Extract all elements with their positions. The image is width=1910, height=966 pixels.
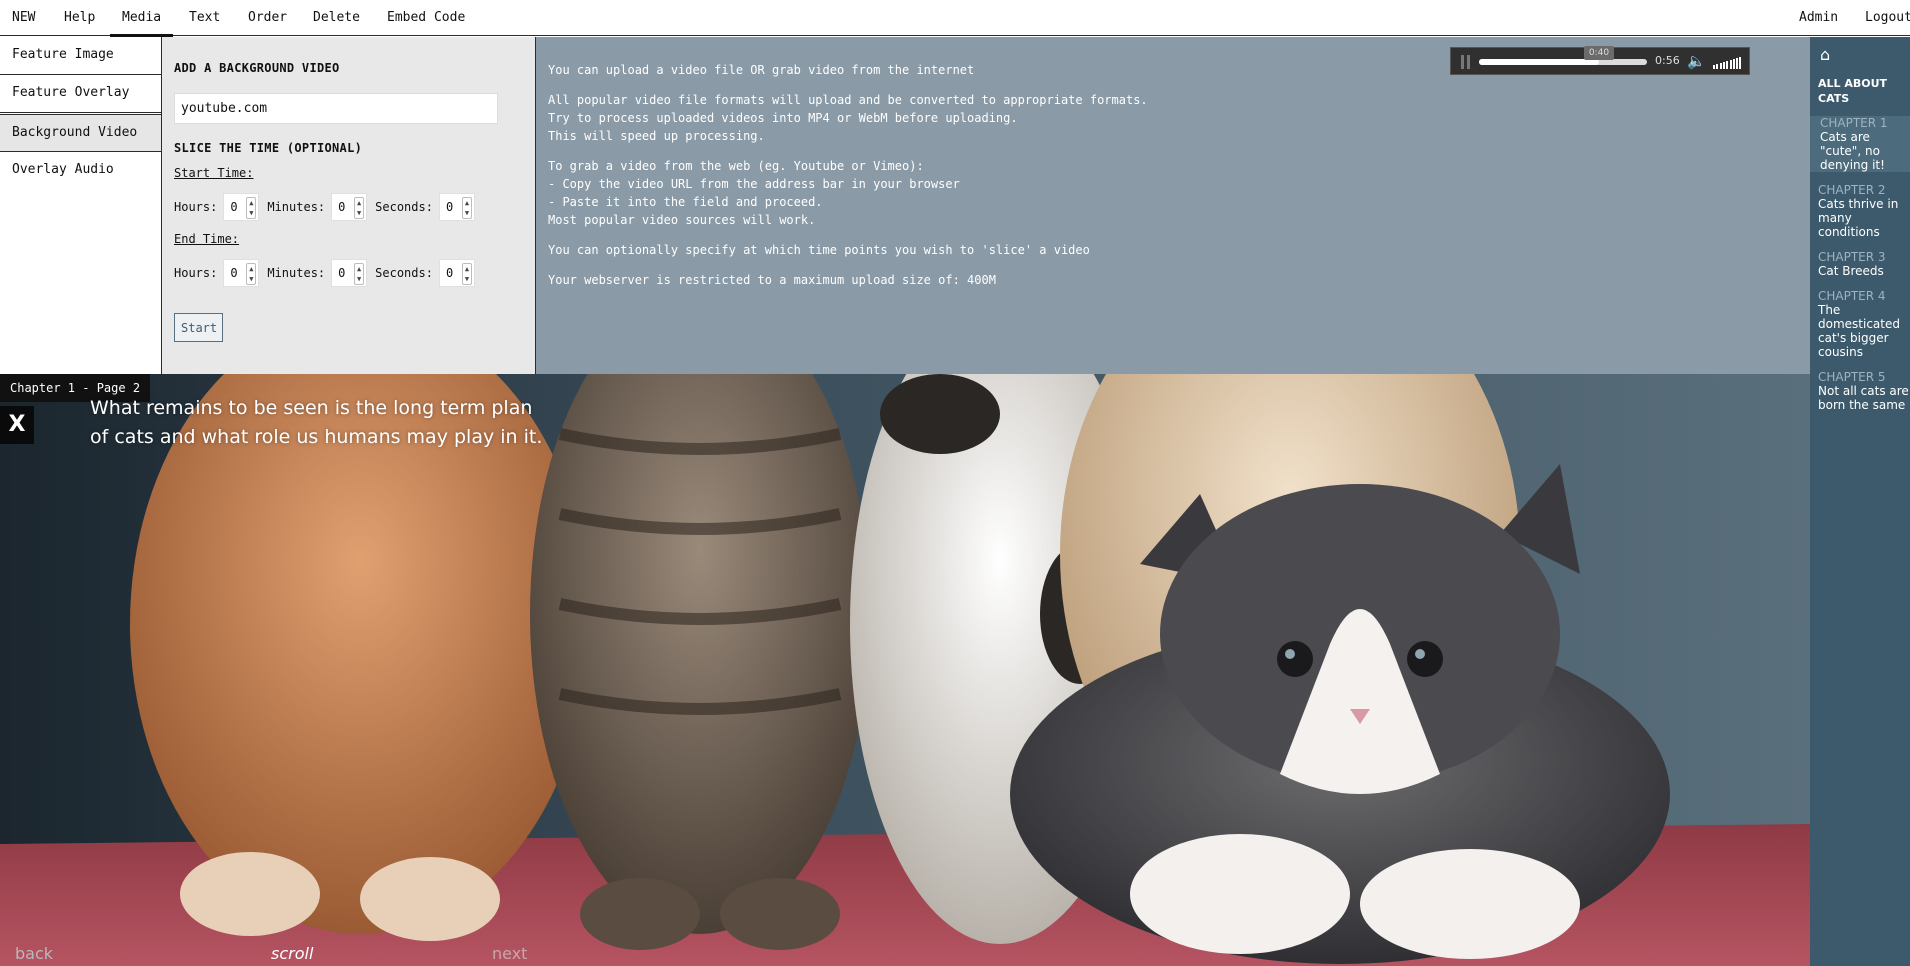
- form-heading: ADD A BACKGROUND VIDEO: [174, 61, 340, 75]
- chapter-item[interactable]: CHAPTER 5 Not all cats are born the same: [1818, 370, 1910, 412]
- admin-link[interactable]: Admin: [1799, 0, 1838, 36]
- logout-link[interactable]: Logout: [1865, 0, 1910, 36]
- volume-bar: [1722, 62, 1725, 69]
- submenu-feature-image[interactable]: Feature Image: [0, 37, 161, 75]
- info-paragraph: You can optionally specify at which time…: [548, 243, 1090, 257]
- end-time-label: End Time:: [174, 232, 240, 246]
- home-icon[interactable]: ⌂: [1820, 45, 1910, 64]
- duration-label: 0:56: [1655, 54, 1680, 67]
- end-minutes-stepper[interactable]: 0 ▲ ▼: [331, 259, 368, 287]
- start-button[interactable]: Start: [174, 313, 223, 342]
- close-icon[interactable]: X: [0, 406, 34, 444]
- chapter-item[interactable]: CHAPTER 2 Cats thrive in many conditions: [1818, 183, 1910, 239]
- page-stage: Chapter 1 - Page 2 X What remains to be …: [0, 374, 1810, 966]
- menu-embed-code[interactable]: Embed Code: [387, 0, 465, 36]
- volume-bar: [1726, 61, 1729, 69]
- volume-slider[interactable]: [1713, 57, 1743, 69]
- hours-label: Hours:: [174, 200, 218, 214]
- end-hours-stepper[interactable]: 0 ▲ ▼: [223, 259, 260, 287]
- volume-bar: [1736, 58, 1739, 69]
- chapter-number: CHAPTER 2: [1818, 183, 1886, 197]
- stepper-arrows-icon[interactable]: ▲ ▼: [461, 263, 472, 285]
- slice-heading: SLICE THE TIME (OPTIONAL): [174, 141, 363, 155]
- current-time-tooltip: 0:40: [1583, 46, 1614, 60]
- info-paragraph: To grab a video from the web (eg. Youtub…: [548, 159, 960, 227]
- speaker-icon[interactable]: 🔈: [1687, 52, 1706, 70]
- minutes-label: Minutes:: [267, 200, 326, 214]
- stepper-arrows-icon[interactable]: ▲ ▼: [354, 263, 365, 285]
- submenu-feature-overlay[interactable]: Feature Overlay: [0, 75, 161, 113]
- chapter-number: CHAPTER 1: [1820, 116, 1888, 130]
- back-link[interactable]: back: [15, 944, 53, 963]
- volume-bar: [1739, 57, 1742, 69]
- menu-help[interactable]: Help: [64, 0, 95, 36]
- start-time-label: Start Time:: [174, 166, 254, 180]
- media-submenu: Feature Image Feature Overlay Background…: [0, 37, 162, 374]
- stepper-arrows-icon[interactable]: ▲ ▼: [461, 197, 472, 219]
- chapter-number: CHAPTER 5: [1818, 370, 1886, 384]
- stepper-arrows-icon[interactable]: ▲ ▼: [354, 197, 365, 219]
- scroll-link[interactable]: scroll: [271, 944, 313, 963]
- chapter-item[interactable]: CHAPTER 1 Cats are "cute", no denying it…: [1810, 116, 1910, 172]
- submenu-overlay-audio[interactable]: Overlay Audio: [0, 152, 161, 190]
- seconds-label: Seconds:: [375, 200, 433, 214]
- start-seconds-stepper[interactable]: 0 ▲ ▼: [438, 193, 475, 221]
- volume-bar: [1719, 63, 1722, 69]
- start-minutes-stepper[interactable]: 0 ▲ ▼: [331, 193, 368, 221]
- chapter-title: Cats thrive in many conditions: [1818, 197, 1899, 239]
- menu-media[interactable]: Media: [109, 0, 174, 45]
- seek-fill: [1479, 59, 1599, 65]
- chapter-title: Not all cats are born the same: [1818, 384, 1909, 412]
- menu-text[interactable]: Text: [189, 0, 220, 36]
- info-paragraph: All popular video file formats will uplo…: [548, 93, 1148, 143]
- volume-bar: [1713, 65, 1715, 69]
- story-text: What remains to be seen is the long term…: [90, 397, 543, 448]
- stepper-arrows-icon[interactable]: ▲ ▼: [246, 263, 257, 285]
- end-seconds-stepper[interactable]: 0 ▲ ▼: [438, 259, 475, 287]
- chapter-item[interactable]: CHAPTER 3 Cat Breeds: [1818, 250, 1910, 278]
- info-panel: You can upload a video file OR grab vide…: [536, 37, 1810, 374]
- end-time-row: Hours: 0 ▲ ▼ Minutes: 0 ▲ ▼ Seconds: 0 ▲ ▼: [174, 259, 483, 287]
- video-url-input[interactable]: [174, 93, 498, 124]
- background-video-form: ADD A BACKGROUND VIDEO SLICE THE TIME (O…: [162, 37, 536, 374]
- book-title[interactable]: ALL ABOUT CATS: [1818, 76, 1910, 106]
- chapter-title: The domesticated cat's bigger cousins: [1818, 303, 1900, 359]
- chapter-number: CHAPTER 3: [1818, 250, 1886, 264]
- chapter-item[interactable]: CHAPTER 4 The domesticated cat's bigger …: [1818, 289, 1910, 359]
- pause-icon[interactable]: [1461, 55, 1464, 69]
- chapter-number: CHAPTER 4: [1818, 289, 1886, 303]
- start-hours-stepper[interactable]: 0 ▲ ▼: [223, 193, 260, 221]
- chapter-sidebar: ⌂ ALL ABOUT CATS CHAPTER 1 Cats are "cut…: [1810, 37, 1910, 966]
- next-link[interactable]: next: [492, 944, 527, 963]
- stepper-arrows-icon[interactable]: ▲ ▼: [246, 197, 257, 219]
- submenu-background-video[interactable]: Background Video: [0, 114, 161, 152]
- top-menu-bar: NEW Help Media Text Order Delete Embed C…: [0, 0, 1910, 45]
- hours-label: Hours:: [174, 266, 218, 280]
- menu-order[interactable]: Order: [248, 0, 287, 36]
- menu-delete[interactable]: Delete: [313, 0, 360, 36]
- volume-bar: [1716, 64, 1719, 69]
- volume-bar: [1732, 59, 1735, 69]
- start-time-row: Hours: 0 ▲ ▼ Minutes: 0 ▲ ▼ Seconds: 0 ▲ ▼: [174, 193, 483, 221]
- seconds-label: Seconds:: [375, 266, 433, 280]
- seek-bar[interactable]: 0:40: [1479, 46, 1647, 65]
- menu-new[interactable]: NEW: [12, 0, 35, 36]
- minutes-label: Minutes:: [267, 266, 326, 280]
- info-paragraph: Your webserver is restricted to a maximu…: [548, 273, 996, 287]
- volume-bar: [1729, 60, 1732, 69]
- chapter-title: Cat Breeds: [1818, 264, 1884, 278]
- kittens-background-image: [0, 374, 1810, 966]
- chapter-title: Cats are "cute", no denying it!: [1820, 130, 1885, 172]
- video-player: 0:40 0:56 🔈: [1450, 46, 1750, 75]
